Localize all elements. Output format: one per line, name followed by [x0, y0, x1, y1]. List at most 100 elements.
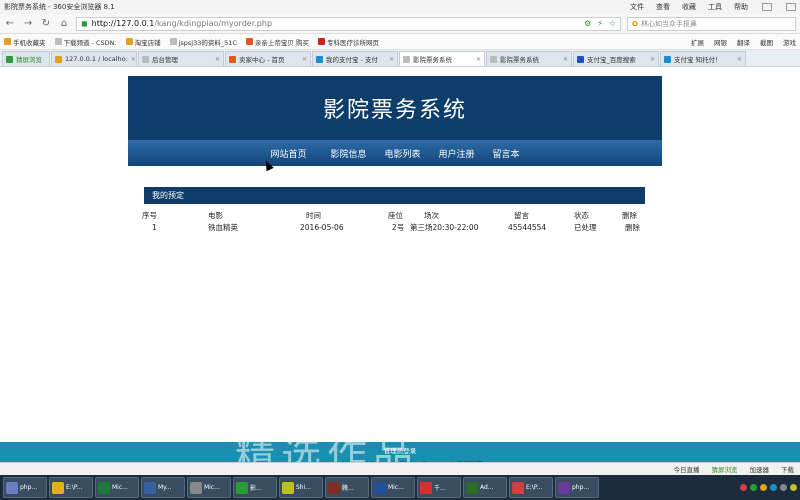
browser-tab[interactable]: 影院票务系统 ✕: [486, 51, 572, 66]
taskbar-button[interactable]: E:\P...: [509, 477, 553, 498]
browser-tab[interactable]: 我的支付宝 - 支付 ✕: [312, 51, 398, 66]
browser-tab[interactable]: 支付宝_百度搜索 ✕: [573, 51, 659, 66]
bookmark-item[interactable]: 亲亲上帝宝贝 购买: [245, 37, 309, 47]
browser-tab[interactable]: 后台管理 ✕: [138, 51, 224, 66]
app-icon: [466, 481, 478, 494]
maximize-button[interactable]: [786, 3, 796, 11]
star-icon[interactable]: ☆: [609, 19, 616, 28]
bookmark-item[interactable]: 专科医疗诊所网页: [318, 37, 379, 47]
nav-home[interactable]: 网站首页: [261, 147, 315, 160]
menu-view[interactable]: 查看: [656, 2, 670, 12]
refresh-icon[interactable]: ↻: [40, 18, 52, 30]
bookmark-item[interactable]: 下载频道 - CSDN.: [54, 37, 117, 47]
shield-icon: ◼: [81, 19, 88, 28]
taskbar-button[interactable]: php...: [555, 477, 599, 498]
menu-file[interactable]: 文件: [630, 2, 644, 12]
taskbar-button[interactable]: Mic...: [95, 477, 139, 498]
tray-icon[interactable]: [770, 484, 777, 491]
menu-tools[interactable]: 工具: [708, 2, 722, 12]
admin-login-link[interactable]: 管理员登录: [0, 445, 800, 455]
nav-cinema-info[interactable]: 影院信息: [321, 147, 375, 160]
url-input[interactable]: ◼ http://127.0.0.1 /kang/kdingpiao/myord…: [76, 16, 621, 31]
bookmark-item[interactable]: 淘宝店铺: [125, 37, 161, 47]
bookmark-icon: [54, 38, 62, 45]
taskbar-button[interactable]: Mic...: [187, 477, 231, 498]
tray-icon[interactable]: [750, 484, 757, 491]
delete-link[interactable]: 删除: [622, 221, 647, 233]
taskbar-label: php...: [572, 484, 590, 491]
toolbar-tool-button[interactable]: 截图: [760, 37, 773, 47]
close-icon[interactable]: ✕: [650, 56, 655, 63]
app-icon: [282, 481, 294, 494]
menu-help[interactable]: 帮助: [734, 2, 748, 12]
home-icon[interactable]: ⌂: [58, 18, 70, 30]
taskbar-button[interactable]: 腾...: [325, 477, 369, 498]
minimize-button[interactable]: [762, 3, 772, 11]
bookmark-item[interactable]: jspsj33的资料_51C: [169, 37, 237, 47]
back-icon[interactable]: ←: [4, 18, 16, 30]
tab-label: 支付宝 知托付！: [674, 56, 722, 64]
bookmark-label: 下载频道 - CSDN.: [63, 38, 117, 47]
taskbar-button[interactable]: Ad...: [463, 477, 507, 498]
tray-icon[interactable]: [760, 484, 767, 491]
browser-tab[interactable]: 127.0.0.1 / localho: ✕: [51, 51, 137, 66]
close-icon[interactable]: ✕: [737, 56, 742, 63]
tray-icon[interactable]: [780, 484, 787, 491]
toolbar-tool-button[interactable]: 游戏: [783, 37, 796, 47]
browser-status-bar: 今日直播 猜屏浏览 加速器 下载: [0, 462, 800, 475]
toolbar-tool-button[interactable]: 网银: [714, 37, 727, 47]
bookmark-label: 专科医疗诊所网页: [327, 38, 379, 47]
status-item[interactable]: 加速器: [750, 464, 770, 474]
close-icon[interactable]: ✕: [302, 56, 307, 63]
toolbar-tool-button[interactable]: 扩展: [691, 37, 704, 47]
tab-favicon-icon: [229, 55, 236, 63]
forward-icon[interactable]: →: [22, 18, 34, 30]
tab-favicon-icon: [490, 55, 497, 63]
status-item[interactable]: 下载: [781, 464, 794, 474]
security-icon[interactable]: ⚙: [584, 19, 591, 28]
browser-tab[interactable]: 猜屏浏览: [2, 51, 50, 66]
taskbar-button[interactable]: 千...: [417, 477, 461, 498]
taskbar-label: E:\P...: [66, 484, 83, 491]
status-item[interactable]: 今日直播: [674, 464, 700, 474]
bookmark-icon: [245, 38, 253, 45]
app-icon: [98, 481, 110, 494]
taskbar-label: Mic...: [112, 484, 128, 491]
search-engine-icon: O: [632, 19, 638, 28]
nav-register[interactable]: 用户注册: [430, 147, 484, 160]
app-icon: [144, 481, 156, 494]
nav-guestbook[interactable]: 留言本: [484, 147, 529, 160]
tray-icon[interactable]: [790, 484, 797, 491]
tab-label: 猜屏浏览: [16, 56, 42, 64]
menu-favorites[interactable]: 收藏: [682, 2, 696, 12]
taskbar-button[interactable]: My...: [141, 477, 185, 498]
taskbar-label: 影...: [250, 485, 262, 492]
search-input[interactable]: O 林心如当众手抠鼻: [627, 16, 796, 31]
browser-tab[interactable]: 卖家中心 - 首页 ✕: [225, 51, 311, 66]
url-path: /kang/kdingpiao/myorder.php: [154, 19, 273, 28]
close-icon[interactable]: ✕: [476, 56, 481, 63]
status-item[interactable]: 猜屏浏览: [712, 464, 738, 474]
close-icon[interactable]: ✕: [131, 56, 136, 63]
taskbar-button[interactable]: 影...: [233, 477, 277, 498]
taskbar-button[interactable]: Shi...: [279, 477, 323, 498]
tray-icon[interactable]: [740, 484, 747, 491]
cell-index: 1: [152, 222, 157, 232]
close-icon[interactable]: ✕: [215, 56, 220, 63]
toolbar-tool-button[interactable]: 翻译: [737, 37, 750, 47]
taskbar-label: 千...: [434, 485, 446, 492]
close-icon[interactable]: ✕: [563, 56, 568, 63]
col-seat: 座位: [388, 210, 403, 220]
nav-movie-list[interactable]: 电影列表: [375, 147, 429, 160]
taskbar-button[interactable]: php...: [3, 477, 47, 498]
close-icon[interactable]: ✕: [389, 56, 394, 63]
taskbar-button[interactable]: Mic...: [371, 477, 415, 498]
col-index: 序号: [142, 210, 157, 220]
lightning-icon[interactable]: ⚡: [597, 19, 603, 28]
app-icon: [190, 481, 202, 494]
tab-label: 影院票务系统: [500, 56, 539, 64]
browser-tab[interactable]: 影院票务系统 ✕: [399, 51, 485, 66]
browser-tab[interactable]: 支付宝 知托付！ ✕: [660, 51, 746, 66]
taskbar-button[interactable]: E:\P...: [49, 477, 93, 498]
bookmark-item[interactable]: 手机收藏夹: [4, 37, 46, 47]
